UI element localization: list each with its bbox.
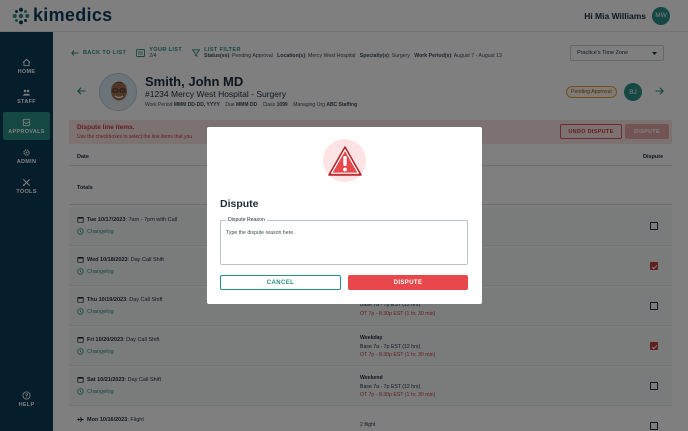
warning-icon [327, 145, 362, 176]
dispute-reason-label: Dispute Reason [226, 217, 267, 223]
warning-icon-badge [323, 139, 366, 182]
cancel-button[interactable]: CANCEL [220, 275, 341, 290]
dispute-reason-field[interactable]: Dispute Reason Type the dispute reason h… [220, 217, 468, 265]
modal-title: Dispute [220, 198, 259, 210]
dispute-reason-placeholder: Type the dispute reason here. [226, 230, 295, 236]
confirm-dispute-button[interactable]: DISPUTE [348, 275, 468, 290]
dispute-modal: Dispute Dispute Reason Type the dispute … [207, 127, 482, 304]
